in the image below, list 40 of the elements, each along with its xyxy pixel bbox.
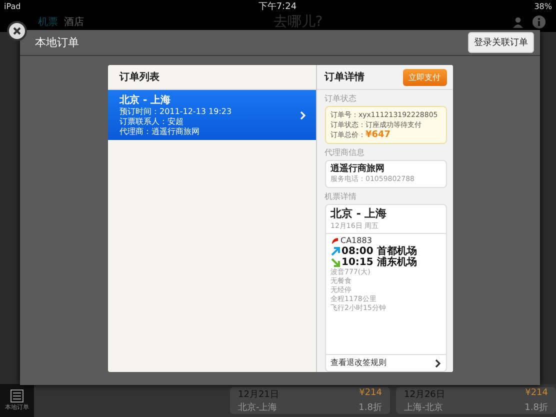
link-orders-button[interactable]: 登录关联订单 xyxy=(468,32,534,53)
order-info: 预订时间：2011-12-13 19:23 xyxy=(120,107,233,117)
departure-arrow-icon xyxy=(330,247,340,256)
device-name: iPad xyxy=(4,2,21,10)
rules-link[interactable]: 查看退改签规则 xyxy=(326,354,446,371)
deal-discount: 1.8折 xyxy=(358,402,382,414)
modal-title: 本地订单 xyxy=(35,35,79,50)
info-icon[interactable] xyxy=(532,15,546,29)
flight-number: CA1883 xyxy=(340,236,372,246)
details-title: 订单详情 xyxy=(324,70,364,84)
departure-time: 08:00 首都机场 xyxy=(342,246,417,257)
section-heading: 代理商信息 xyxy=(324,147,366,158)
order-route: 北京 - 上海 xyxy=(120,93,172,107)
ticket-route: 北京 - 上海 xyxy=(330,207,388,221)
user-icon[interactable] xyxy=(512,16,524,28)
nav-tab[interactable]: 酒店 xyxy=(64,15,84,29)
order-info: 代理商：逍遥行商旅网 xyxy=(120,127,200,137)
section-heading: 机票详情 xyxy=(324,191,358,202)
deal-discount: 1.8折 xyxy=(524,402,548,414)
deal-price: ¥214 xyxy=(359,388,382,400)
battery-level: 38% xyxy=(534,2,552,10)
deal-price: ¥214 xyxy=(525,388,548,400)
arrival-time: 10:15 浦东机场 xyxy=(342,257,417,268)
order-total: ¥647 xyxy=(366,130,391,140)
status-time: 下午7:24 xyxy=(258,0,297,12)
section-heading: 订单状态 xyxy=(324,93,358,104)
close-icon xyxy=(12,26,22,36)
agent-name: 逍遥行商旅网 xyxy=(330,164,386,174)
airline-logo-icon xyxy=(330,237,338,245)
close-button[interactable] xyxy=(7,21,27,41)
arrival-arrow-icon xyxy=(330,258,340,267)
order-info: 订票联系人：安超 xyxy=(120,117,184,127)
deal-route: 上海-北京 xyxy=(404,402,444,414)
pay-button[interactable]: 立即支付 xyxy=(402,68,446,86)
chevron-icon xyxy=(434,358,440,368)
list-icon xyxy=(10,389,24,403)
order-item[interactable]: 北京 - 上海 预订时间：2011-12-13 19:23 订票联系人：安超 代理商：逍遥行商旅网 xyxy=(108,90,316,140)
chevron-icon xyxy=(300,110,306,120)
deal-route: 北京-上海 xyxy=(238,402,278,414)
nav-tab[interactable]: 机票 xyxy=(38,15,58,29)
